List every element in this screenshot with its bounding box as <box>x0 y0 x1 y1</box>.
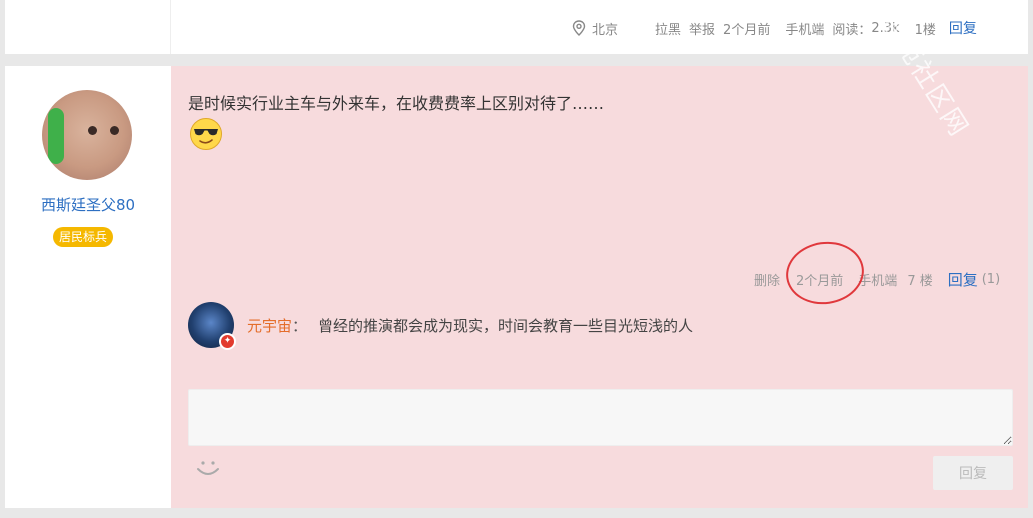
reply-link[interactable]: 回复 <box>949 18 977 38</box>
avatar-eye <box>110 126 119 135</box>
author-panel: 西斯廷圣父80 居民标兵 <box>5 66 171 508</box>
reply-colon: ： <box>292 316 308 335</box>
post-content: 是时候实行业主车与外来车，在收费费率上区别对待了…… <box>188 94 605 113</box>
device-label: 手机端 <box>785 22 825 38</box>
delete-link[interactable]: 删除 <box>754 270 780 289</box>
highlight-circle <box>782 236 868 310</box>
reply-count: (1) <box>981 272 1001 287</box>
avatar-eye <box>88 126 97 135</box>
reply-author[interactable]: 元宇宙 <box>247 315 292 336</box>
post-time: 2个月前 <box>723 22 771 38</box>
location-text: 北京 <box>592 22 619 38</box>
reply-link[interactable]: 回复 <box>948 269 978 290</box>
divider <box>170 0 171 54</box>
location-pin-icon <box>572 20 586 36</box>
block-link[interactable]: 拉黑 <box>655 19 681 38</box>
reply-avatar[interactable]: ✦ <box>188 302 236 350</box>
reply-item: ✦ 元宇宙 ： 曾经的推演都会成为现实，时间会教育一些目光短浅的人 <box>188 301 694 350</box>
floor-number: 7 楼 <box>907 274 933 289</box>
cool-emoji-icon <box>190 118 222 150</box>
badge-icon: ✦ <box>219 333 236 350</box>
avatar-decoration <box>48 108 64 164</box>
rank-badge: 居民标兵 <box>53 227 114 247</box>
author-name[interactable]: 西斯廷圣父80 <box>5 194 171 215</box>
smile-icon[interactable] <box>194 455 222 483</box>
device-label: 手机端 <box>858 274 898 289</box>
reply-input[interactable] <box>188 389 1013 446</box>
submit-reply-button[interactable]: 回复 <box>933 456 1013 490</box>
avatar[interactable] <box>42 90 132 180</box>
report-link[interactable]: 举报 <box>689 19 715 38</box>
reply-text: 曾经的推演都会成为现实，时间会教育一些目光短浅的人 <box>318 316 694 335</box>
